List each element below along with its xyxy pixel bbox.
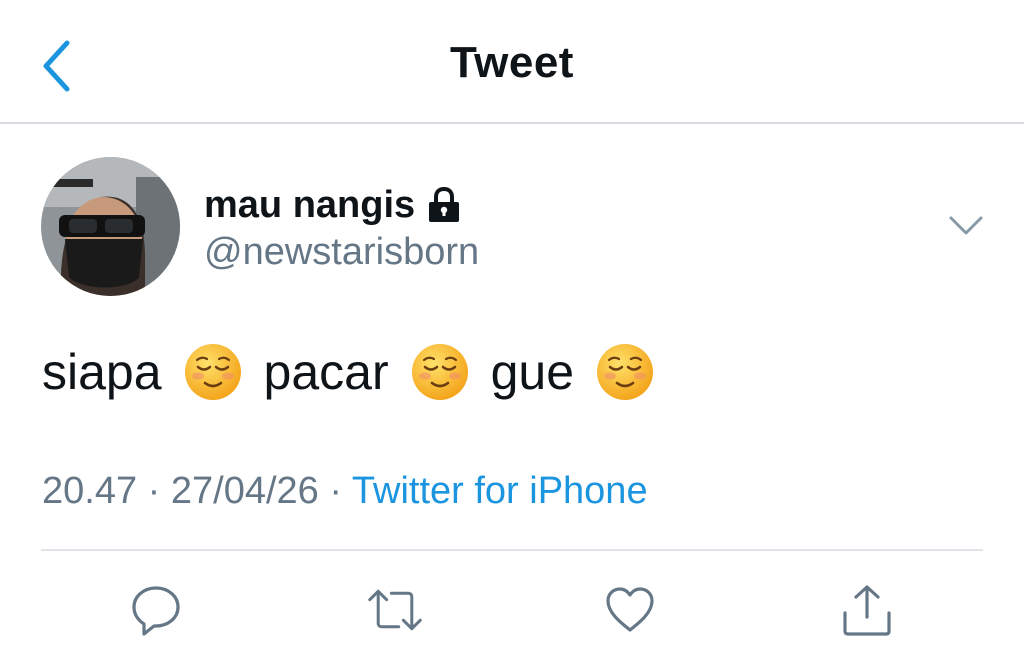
share-icon [843,585,891,636]
tweet-source-link[interactable]: Twitter for iPhone [352,470,648,512]
avatar[interactable] [41,157,180,296]
share-button[interactable] [839,582,895,638]
display-name: mau nangis [204,183,416,226]
smiling-face-emoji [596,343,654,401]
avatar-image [41,157,180,296]
retweet-button[interactable] [367,582,423,638]
author-name-row[interactable]: mau nangis [204,180,461,230]
tweet-word: pacar [263,344,389,400]
tweet-word: gue [490,344,575,400]
meta-separator: · [147,470,161,512]
tweet-meta: 20.47 · 27/04/26 · Twitter for iPhone [42,470,648,513]
tweet-date: 27/04/26 [170,470,319,512]
like-icon [606,587,654,632]
page-title: Tweet [450,38,574,87]
smiling-face-emoji [184,343,242,401]
tweet-word: siapa [42,344,162,400]
top-nav-bar: Tweet [0,0,1024,124]
author-handle[interactable]: @newstarisborn [204,231,479,274]
divider [41,549,983,551]
like-button[interactable] [602,582,658,638]
chevron-down-icon [949,216,983,235]
more-options-button[interactable] [945,210,987,242]
lock-icon [427,187,461,223]
tweet-time: 20.47 [42,470,138,512]
tweet-detail-screen: Tweet mau nangis @newstarisborn siapa pa… [0,0,1024,658]
smiling-face-emoji [411,343,469,401]
tweet-text: siapa pacar gue [42,343,676,401]
reply-button[interactable] [128,582,184,638]
meta-separator: · [329,470,343,512]
retweet-icon [368,589,422,631]
reply-icon [132,586,180,636]
